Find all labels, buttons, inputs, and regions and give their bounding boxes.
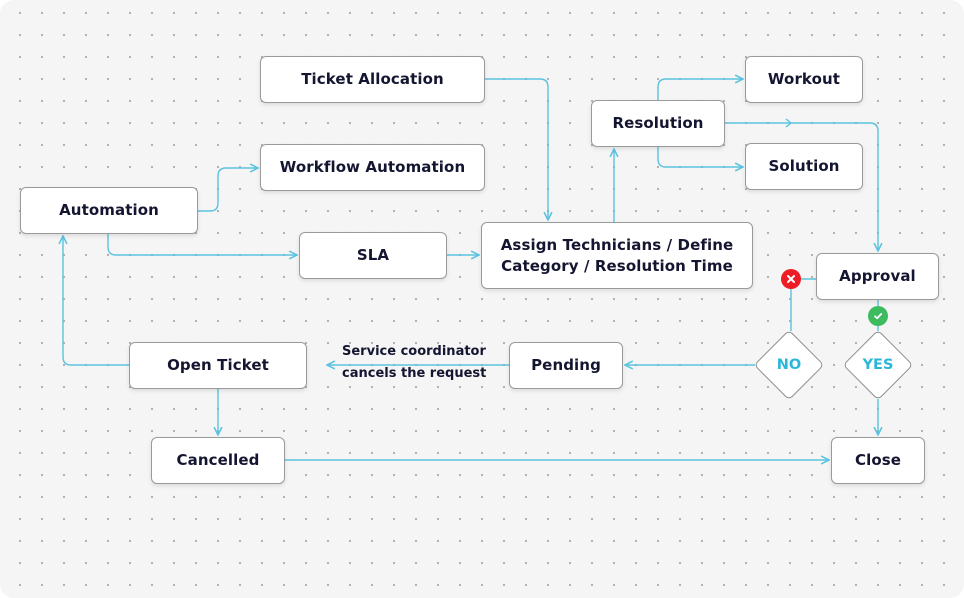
- x-icon: [787, 275, 795, 283]
- node-label: Close: [854, 451, 902, 469]
- node-label: Resolution: [612, 114, 704, 132]
- diagram-canvas: Service coordinator cancels the request …: [0, 0, 964, 598]
- node-label: Automation: [59, 201, 159, 219]
- edge-automation-sla: [107, 234, 297, 255]
- decision-no-label: NO: [776, 357, 802, 373]
- edge-resolution-solution: [657, 147, 743, 167]
- decision-yes-label: YES: [862, 357, 894, 373]
- node-label: SLA: [356, 246, 390, 264]
- node-label-line2: Category / Resolution Time: [501, 256, 733, 275]
- node-pending[interactable]: Pending: [509, 342, 623, 389]
- node-label: Solution: [768, 157, 840, 175]
- node-automation[interactable]: Automation: [20, 187, 198, 234]
- node-close[interactable]: Close: [831, 437, 925, 484]
- node-approval[interactable]: Approval: [816, 253, 939, 300]
- cancel-annotation-line2: cancels the request: [342, 366, 487, 381]
- node-label: Ticket Allocation: [301, 70, 444, 88]
- node-label: Open Ticket: [167, 356, 269, 374]
- node-cancelled[interactable]: Cancelled: [151, 437, 285, 484]
- node-label: Cancelled: [176, 451, 260, 469]
- node-ticket-allocation[interactable]: Ticket Allocation: [260, 56, 485, 103]
- node-solution[interactable]: Solution: [745, 143, 863, 190]
- cancel-annotation: Service coordinator cancels the request: [342, 341, 486, 385]
- reject-badge: [781, 269, 801, 289]
- edge-ticket-allocation-assign: [485, 78, 548, 220]
- decision-no[interactable]: NO: [753, 329, 825, 401]
- node-workout[interactable]: Workout: [745, 56, 863, 103]
- node-label: Pending: [531, 356, 601, 374]
- check-icon: [874, 313, 883, 320]
- node-workflow-automation[interactable]: Workflow Automation: [260, 144, 485, 191]
- cancel-annotation-line1: Service coordinator: [342, 344, 486, 359]
- node-label: Workflow Automation: [279, 158, 466, 176]
- node-label: Approval: [839, 267, 916, 285]
- node-label: Workout: [767, 70, 841, 88]
- node-open-ticket[interactable]: Open Ticket: [129, 342, 307, 389]
- approve-badge: [868, 306, 888, 326]
- node-assign-technicians[interactable]: Assign Technicians / Define Category / R…: [481, 222, 753, 289]
- decision-yes[interactable]: YES: [842, 329, 914, 401]
- node-sla[interactable]: SLA: [299, 232, 447, 279]
- edge-automation-workflow: [198, 168, 258, 212]
- node-label-line1: Assign Technicians / Define: [500, 235, 734, 254]
- node-resolution[interactable]: Resolution: [591, 100, 725, 147]
- edge-resolution-workout: [657, 79, 743, 100]
